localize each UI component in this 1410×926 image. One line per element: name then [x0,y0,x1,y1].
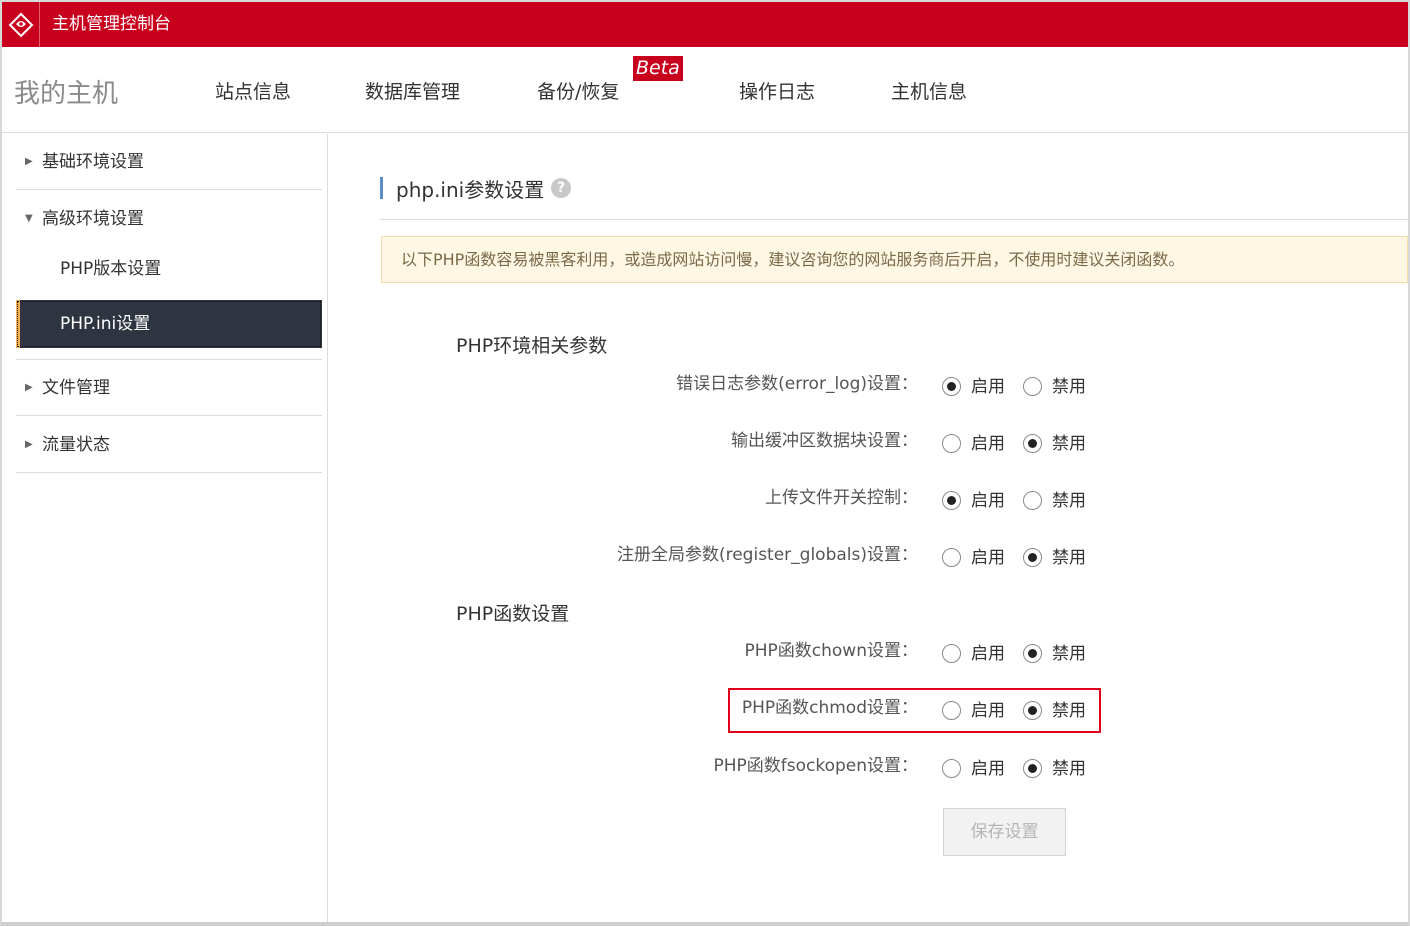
radio-label: 禁用 [1052,376,1086,397]
radio-unchecked-icon[interactable] [942,643,961,663]
warning-notice: 以下PHP函数容易被黑客利用，或造成网站访问慢，建议咨询您的网站服务商后开启，不… [381,236,1408,283]
setting-row-file-upload: 上传文件开关控制： 启用 禁用 [400,483,1120,513]
app-title: 主机管理控制台 [52,14,171,34]
radio-checked-icon[interactable] [1023,758,1042,778]
radio-checked-icon[interactable] [942,376,961,396]
radio-label: 启用 [971,758,1005,779]
radio-unchecked-icon[interactable] [1023,376,1042,396]
main-nav: 我的主机 站点信息 数据库管理 备份/恢复 Beta 操作日志 主机信息 [2,47,1408,133]
radio-label: 禁用 [1052,643,1086,664]
setting-row-fsockopen: PHP函数fsockopen设置： 启用 禁用 [400,751,1120,781]
radio-label: 启用 [971,376,1005,397]
setting-label: 输出缓冲区数据块设置： [731,431,918,451]
brand-logo-icon[interactable] [2,2,40,47]
nav-item-site-info[interactable]: 站点信息 [215,77,291,104]
radio-enable[interactable]: 启用 [942,751,1005,781]
caret-right-icon: ▶ [25,156,33,167]
radio-disable[interactable]: 禁用 [1023,693,1086,723]
caret-right-icon: ▶ [25,382,33,393]
nav-item-backup-restore[interactable]: 备份/恢复 [537,77,619,104]
radio-checked-icon[interactable] [1023,547,1042,567]
top-bar: 主机管理控制台 [2,2,1408,47]
sidebar-item-php-ini[interactable]: PHP.ini设置 [16,300,322,348]
nav-item-database[interactable]: 数据库管理 [365,77,460,104]
sidebar-item-php-version[interactable]: PHP版本设置 [16,246,322,292]
sidebar-item-label: 文件管理 [42,378,110,398]
radio-unchecked-icon[interactable] [1023,490,1042,510]
radio-checked-icon[interactable] [942,490,961,510]
env-group-title: PHP环境相关参数 [456,335,608,357]
caret-down-icon: ▼ [25,213,33,224]
radio-label: 启用 [971,700,1005,721]
nav-brand[interactable]: 我的主机 [14,73,118,110]
setting-row-register-globals: 注册全局参数(register_globals)设置： 启用 禁用 [400,540,1120,570]
section-header: php.ini参数设置 ? [380,174,1408,220]
radio-disable[interactable]: 禁用 [1023,751,1086,781]
radio-unchecked-icon[interactable] [942,433,961,453]
beta-badge: Beta [633,56,683,81]
sidebar: ▶ 基础环境设置 ▼ 高级环境设置 PHP版本设置 PHP.ini设置 ▶ 文件… [2,134,328,922]
radio-label: 启用 [971,490,1005,511]
radio-enable[interactable]: 启用 [942,369,1005,399]
setting-label: PHP函数chmod设置： [741,698,918,718]
save-settings-button[interactable]: 保存设置 [943,808,1066,856]
caret-right-icon: ▶ [25,439,33,450]
radio-label: 启用 [971,433,1005,454]
sidebar-item-label: 高级环境设置 [42,209,144,229]
sidebar-item-label: 流量状态 [42,435,110,455]
radio-enable[interactable]: 启用 [942,540,1005,570]
radio-checked-icon[interactable] [1023,643,1042,663]
radio-label: 禁用 [1052,433,1086,454]
sidebar-item-file-manager[interactable]: ▶ 文件管理 [16,360,322,416]
help-icon[interactable]: ? [551,178,571,198]
radio-enable[interactable]: 启用 [942,426,1005,456]
setting-row-chown: PHP函数chown设置： 启用 禁用 [400,636,1120,666]
setting-label: PHP函数chown设置： [744,641,919,661]
radio-label: 禁用 [1052,700,1086,721]
radio-checked-icon[interactable] [1023,700,1042,720]
radio-label: 启用 [971,547,1005,568]
sidebar-item-basic-env[interactable]: ▶ 基础环境设置 [16,134,322,190]
radio-unchecked-icon[interactable] [942,700,961,720]
radio-disable[interactable]: 禁用 [1023,369,1086,399]
setting-label: 注册全局参数(register_globals)设置： [616,545,918,565]
radio-disable[interactable]: 禁用 [1023,483,1086,513]
radio-unchecked-icon[interactable] [942,547,961,567]
setting-label: 上传文件开关控制： [765,488,918,508]
radio-label: 禁用 [1052,547,1086,568]
radio-label: 禁用 [1052,758,1086,779]
nav-item-operation-log[interactable]: 操作日志 [739,77,815,104]
radio-enable[interactable]: 启用 [942,483,1005,513]
radio-enable[interactable]: 启用 [942,693,1005,723]
sidebar-item-traffic-status[interactable]: ▶ 流量状态 [16,417,322,473]
radio-label: 启用 [971,643,1005,664]
setting-row-output-buffer: 输出缓冲区数据块设置： 启用 禁用 [400,426,1120,456]
radio-label: 禁用 [1052,490,1086,511]
radio-enable[interactable]: 启用 [942,636,1005,666]
radio-disable[interactable]: 禁用 [1023,540,1086,570]
radio-disable[interactable]: 禁用 [1023,636,1086,666]
setting-label: PHP函数fsockopen设置： [713,756,918,776]
setting-row-chmod: PHP函数chmod设置： 启用 禁用 [400,693,1120,723]
nav-item-host-info[interactable]: 主机信息 [891,77,967,104]
sidebar-item-label: 基础环境设置 [42,152,144,172]
radio-unchecked-icon[interactable] [942,758,961,778]
radio-disable[interactable]: 禁用 [1023,426,1086,456]
setting-label: 错误日志参数(error_log)设置： [676,374,918,394]
radio-checked-icon[interactable] [1023,433,1042,453]
sidebar-item-advanced-env[interactable]: ▼ 高级环境设置 [16,191,322,247]
section-accent-bar [380,177,383,199]
func-group-title: PHP函数设置 [456,603,570,625]
page-title: php.ini参数设置 [396,178,545,202]
setting-row-error-log: 错误日志参数(error_log)设置： 启用 禁用 [400,369,1120,399]
